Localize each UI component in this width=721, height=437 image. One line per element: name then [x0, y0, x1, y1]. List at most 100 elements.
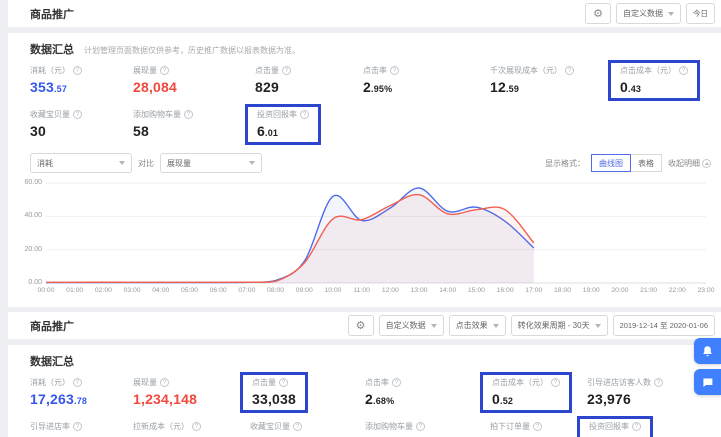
date-select[interactable]: 今日 — [686, 3, 715, 24]
info-icon[interactable]: ? — [632, 422, 641, 431]
info-icon[interactable]: ? — [282, 66, 291, 75]
info-icon[interactable]: ? — [293, 422, 302, 431]
info-icon[interactable]: ? — [73, 66, 82, 75]
x-axis-tick: 08:00 — [262, 287, 290, 294]
x-axis-tick: 02:00 — [89, 287, 117, 294]
notification-button[interactable] — [694, 338, 721, 364]
info-icon[interactable]: ? — [184, 110, 193, 119]
collapse-detail-link[interactable]: 收起明细 — [668, 158, 711, 169]
metric-roi: 投资回报率?4.35 — [577, 416, 653, 437]
top-data-summary: 数据汇总 计划管理页面数据仅供参考，历史推广数据以报表数据为准。 消耗（元）?3… — [8, 33, 721, 307]
bottom-data-summary: 数据汇总 消耗（元）?17,263.78展现量?1,234,148点击量?33,… — [8, 345, 721, 437]
x-axis-tick: 11:00 — [348, 287, 376, 294]
info-icon[interactable]: ? — [392, 378, 401, 387]
info-icon[interactable]: ? — [160, 378, 169, 387]
x-axis-tick: 03:00 — [118, 287, 146, 294]
x-axis-tick: 06:00 — [204, 287, 232, 294]
gear-icon: ⚙ — [593, 7, 603, 20]
metric-label: 千次展现成本（元） — [490, 65, 562, 76]
metric-impressions: 展现量?1,234,148 — [133, 377, 197, 411]
info-icon[interactable]: ? — [654, 378, 663, 387]
table-view-button[interactable]: 表格 — [630, 154, 662, 172]
x-axis-tick: 23:00 — [692, 287, 720, 294]
x-axis-tick: 10:00 — [319, 287, 347, 294]
x-axis-tick: 17:00 — [520, 287, 548, 294]
metric-value: 17,263.78 — [30, 391, 87, 407]
date-range-picker[interactable]: 2019-12-14 至 2020-01-06 — [613, 315, 715, 336]
x-axis-tick: 20:00 — [606, 287, 634, 294]
metric-label: 展现量 — [133, 65, 157, 76]
conversion-period-select[interactable]: 转化效果周期 - 30天 — [511, 315, 608, 336]
x-axis-tick: 09:00 — [290, 287, 318, 294]
metric-clicks: 点击量?829 — [255, 65, 291, 99]
click-effect-select[interactable]: 点击效果 — [449, 315, 506, 336]
x-axis-tick: 19:00 — [577, 287, 605, 294]
metric-carts: 添加购物车量?4,090 — [365, 421, 425, 437]
metric-label: 投资回报率 — [257, 109, 297, 120]
section-note: 计划管理页面数据仅供参考，历史推广数据以报表数据为准。 — [84, 45, 300, 56]
custom-data-select[interactable]: 自定义数据 — [616, 3, 681, 24]
info-icon[interactable]: ? — [300, 110, 309, 119]
x-axis-tick: 05:00 — [175, 287, 203, 294]
info-icon[interactable]: ? — [73, 422, 82, 431]
metric-clicks: 点击量?33,038 — [240, 372, 308, 413]
metric-value: 2.68% — [365, 391, 401, 407]
metric-cost: 消耗（元）? 17,263.78 — [30, 377, 87, 411]
metric-guided-visit-rate: 引导进店率?5.38% — [30, 421, 82, 437]
x-axis-tick: 12:00 — [376, 287, 404, 294]
info-icon[interactable]: ? — [565, 66, 574, 75]
bottom-toolbar: ⚙ 自定义数据 点击效果 转化效果周期 - 30天 2019-12-14 至 2… — [348, 315, 715, 336]
metric-select[interactable]: 消耗 — [30, 153, 132, 173]
metric-label: 点击率 — [365, 377, 389, 388]
metric-roi: 投资回报率?6.01 — [245, 104, 321, 145]
metric-label: 拍下订单量 — [490, 421, 530, 432]
custom-data-select[interactable]: 自定义数据 — [379, 315, 444, 336]
x-axis-tick: 13:00 — [405, 287, 433, 294]
y-axis-tick: 60.00 — [16, 179, 42, 186]
metric-label: 点击率 — [363, 65, 387, 76]
metrics-row-2: 收藏宝贝量?30添加购物车量?58投资回报率?6.01 — [30, 109, 711, 143]
metric-carts: 添加购物车量?58 — [133, 109, 193, 143]
chat-button[interactable] — [694, 369, 721, 395]
curve-view-button[interactable]: 曲线图 — [591, 154, 631, 172]
chat-icon — [701, 376, 714, 389]
gear-icon: ⚙ — [356, 319, 366, 332]
metric-favorites: 收藏宝贝量? 30 — [30, 109, 82, 143]
info-icon[interactable]: ? — [160, 66, 169, 75]
metric-label: 收藏宝贝量 — [30, 109, 70, 120]
info-icon[interactable]: ? — [279, 378, 288, 387]
metric-guided-visitors: 引导进店访客人数? 23,976 — [587, 377, 663, 411]
x-axis-tick: 04:00 — [147, 287, 175, 294]
metric-value: 12.59 — [490, 79, 574, 95]
info-icon[interactable]: ? — [416, 422, 425, 431]
metric-label: 拉新成本（元） — [133, 421, 189, 432]
chevron-down-icon — [249, 161, 255, 165]
metric-value: 30 — [30, 123, 82, 139]
x-axis-tick: 00:00 — [32, 287, 60, 294]
metric-label: 消耗（元） — [30, 377, 70, 388]
info-icon[interactable]: ? — [73, 378, 82, 387]
metric-label: 引导进店访客人数 — [587, 377, 651, 388]
metric-orders: 拍下订单量?787 — [490, 421, 542, 437]
vs-label: 对比 — [138, 158, 154, 169]
metric-cpm: 千次展现成本（元）? 12.59 — [490, 65, 574, 99]
info-icon[interactable]: ? — [551, 378, 560, 387]
info-icon[interactable]: ? — [192, 422, 201, 431]
info-icon[interactable]: ? — [679, 66, 688, 75]
compare-select[interactable]: 展现量 — [160, 153, 262, 173]
metric-value: 28,084 — [133, 79, 177, 95]
settings-button[interactable]: ⚙ — [348, 315, 374, 336]
display-format-group: 曲线图 表格 — [591, 154, 662, 172]
info-icon[interactable]: ? — [73, 110, 82, 119]
info-icon[interactable]: ? — [533, 422, 542, 431]
info-icon[interactable]: ? — [390, 66, 399, 75]
page-title: 商品推广 — [30, 318, 74, 334]
line-chart[interactable]: 0.0020.0040.0060.0000:0001:0002:0003:000… — [16, 177, 711, 301]
page: 商品推广 ⚙ 自定义数据 今日 数据汇总 计划管理页面数据仅供参考，历史推广数据… — [0, 0, 721, 437]
metric-value: 1,234,148 — [133, 391, 197, 407]
x-axis-tick: 15:00 — [462, 287, 490, 294]
metric-label: 点击成本（元） — [492, 377, 548, 388]
metric-value: 0.52 — [492, 391, 560, 407]
metric-value: 23,976 — [587, 391, 663, 407]
settings-button[interactable]: ⚙ — [585, 3, 611, 24]
